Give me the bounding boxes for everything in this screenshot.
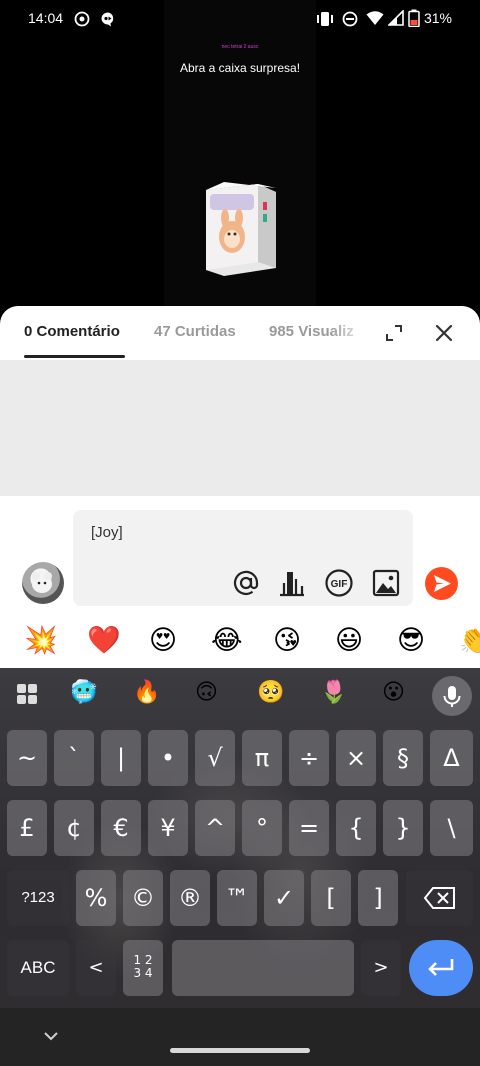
key-section[interactable]: § — [383, 730, 423, 786]
key-yen[interactable]: ¥ — [148, 800, 188, 856]
close-icon[interactable] — [433, 322, 455, 344]
image-icon[interactable] — [371, 568, 401, 598]
key-copyright[interactable]: © — [123, 870, 163, 926]
suggestion-emoji-4[interactable]: 🥺 — [257, 680, 284, 706]
chevron-down-icon[interactable] — [42, 1030, 60, 1042]
send-icon — [434, 575, 451, 592]
suggestion-emoji-2[interactable]: 🔥 — [133, 680, 160, 706]
suggestion-emoji-3[interactable]: 🙃 — [195, 680, 218, 706]
keyboard: 🥶 🔥 🙃 🥺 🌷 😮 ~ ` | • √ π ÷ × § Δ £ ¢ € ¥ … — [0, 668, 480, 1066]
key-right-brace[interactable]: } — [383, 800, 423, 856]
key-numpad[interactable]: 1 2 3 4 — [123, 940, 163, 996]
status-time: 14:04 — [28, 10, 64, 26]
send-button[interactable] — [425, 567, 458, 600]
chat-bubble-icon — [101, 12, 114, 27]
battery-percent: 31% — [423, 10, 452, 26]
emoji-quick-6[interactable]: 😃 — [335, 626, 363, 656]
key-tilde[interactable]: ~ — [7, 730, 47, 786]
emoji-quick-1[interactable]: 💥 — [24, 626, 58, 656]
keyboard-suggestion-bar: 🥶 🔥 🙃 🥺 🌷 😮 — [0, 668, 480, 720]
at-icon[interactable] — [231, 568, 261, 598]
key-checkmark[interactable]: ✓ — [264, 870, 304, 926]
key-backspace[interactable] — [406, 870, 473, 926]
wifi-icon — [366, 11, 384, 25]
key-caret[interactable]: ^ — [195, 800, 235, 856]
key-divide[interactable]: ÷ — [289, 730, 329, 786]
tab-fade — [330, 320, 370, 346]
key-sqrt[interactable]: √ — [195, 730, 235, 786]
key-degree[interactable]: ° — [242, 800, 282, 856]
comments-list-empty — [0, 360, 480, 496]
emoji-quick-5[interactable]: 😘 — [273, 626, 301, 656]
key-trademark[interactable]: ™ — [217, 870, 257, 926]
tab-active-indicator — [24, 355, 125, 358]
enter-arrow-icon — [428, 959, 454, 976]
key-letters-mode[interactable]: ABC — [7, 940, 69, 996]
video-area[interactable]: nec tetrai 2 ausc Abra a caixa surpresa! — [0, 0, 480, 320]
comment-sheet: 0 Comentário 47 Curtidas 985 Visualiz [J… — [0, 306, 480, 668]
key-numbers-mode[interactable]: ?123 — [7, 870, 69, 926]
comment-input[interactable]: [Joy] GIF — [73, 510, 413, 606]
key-pound[interactable]: £ — [7, 800, 47, 856]
emoji-quick-2[interactable]: ❤️ — [87, 626, 121, 656]
product-box-image — [206, 182, 276, 276]
key-left-brace[interactable]: { — [336, 800, 376, 856]
avatar-image — [32, 572, 52, 593]
key-cursor-right[interactable]: > — [361, 940, 401, 996]
key-backtick[interactable]: ` — [54, 730, 94, 786]
video-caption: Abra a caixa surpresa! — [179, 61, 301, 75]
tab-likes[interactable]: 47 Curtidas — [154, 323, 236, 340]
gif-icon[interactable]: GIF — [324, 568, 354, 598]
apps-grid-icon[interactable] — [16, 683, 38, 705]
signal-icon — [388, 10, 404, 26]
key-bullet[interactable]: • — [148, 730, 188, 786]
screen: nec tetrai 2 ausc Abra a caixa surpresa!… — [0, 0, 480, 1066]
poll-icon[interactable] — [277, 568, 307, 598]
backspace-icon — [423, 887, 455, 909]
emoji-quick-4[interactable]: 😂 — [211, 626, 243, 656]
user-avatar[interactable] — [22, 562, 64, 604]
key-space[interactable] — [172, 940, 354, 996]
emoji-quick-8[interactable]: 👏 — [459, 626, 480, 656]
key-registered[interactable]: ® — [170, 870, 210, 926]
key-backslash[interactable]: \ — [430, 800, 473, 856]
comment-input-text: [Joy] — [91, 524, 123, 541]
video-tiny-text: nec tetrai 2 ausc — [221, 44, 259, 50]
emoji-quick-bar: 💥 ❤️ 😍 😂 😘 😃 😎 👏 — [0, 614, 480, 668]
suggestion-emoji-1[interactable]: 🥶 — [70, 680, 97, 706]
emoji-quick-7[interactable]: 😎 — [397, 626, 425, 656]
key-multiply[interactable]: × — [336, 730, 376, 786]
comment-composer: [Joy] GIF — [0, 496, 480, 614]
numpad-bottom-label: 3 4 — [133, 966, 153, 980]
location-circle-icon — [74, 11, 90, 27]
do-not-disturb-icon — [342, 11, 358, 27]
voice-input-button[interactable] — [432, 676, 472, 716]
home-gesture-bar[interactable] — [170, 1048, 310, 1053]
key-left-bracket[interactable]: [ — [311, 870, 351, 926]
battery-icon — [408, 9, 420, 27]
key-equals[interactable]: = — [289, 800, 329, 856]
sheet-tabs: 0 Comentário 47 Curtidas 985 Visualiz — [0, 306, 480, 360]
key-cursor-left[interactable]: < — [76, 940, 116, 996]
emoji-quick-3[interactable]: 😍 — [149, 626, 177, 656]
key-enter[interactable] — [409, 940, 473, 996]
key-percent[interactable]: % — [76, 870, 116, 926]
microphone-icon — [443, 686, 461, 707]
key-delta[interactable]: Δ — [430, 730, 473, 786]
key-cent[interactable]: ¢ — [54, 800, 94, 856]
suggestion-emoji-5[interactable]: 🌷 — [320, 680, 347, 706]
vibrate-icon — [317, 12, 333, 26]
key-euro[interactable]: € — [101, 800, 141, 856]
key-right-bracket[interactable]: ] — [358, 870, 398, 926]
gif-label: GIF — [331, 579, 348, 590]
status-bar: 14:04 31% — [0, 0, 480, 36]
suggestion-emoji-6[interactable]: 😮 — [382, 680, 405, 706]
navigation-bar — [0, 1008, 480, 1066]
tab-comments[interactable]: 0 Comentário — [24, 323, 120, 340]
expand-icon[interactable] — [384, 323, 404, 343]
key-pi[interactable]: π — [242, 730, 282, 786]
input-toolbar: GIF — [231, 568, 401, 598]
key-pipe[interactable]: | — [101, 730, 141, 786]
